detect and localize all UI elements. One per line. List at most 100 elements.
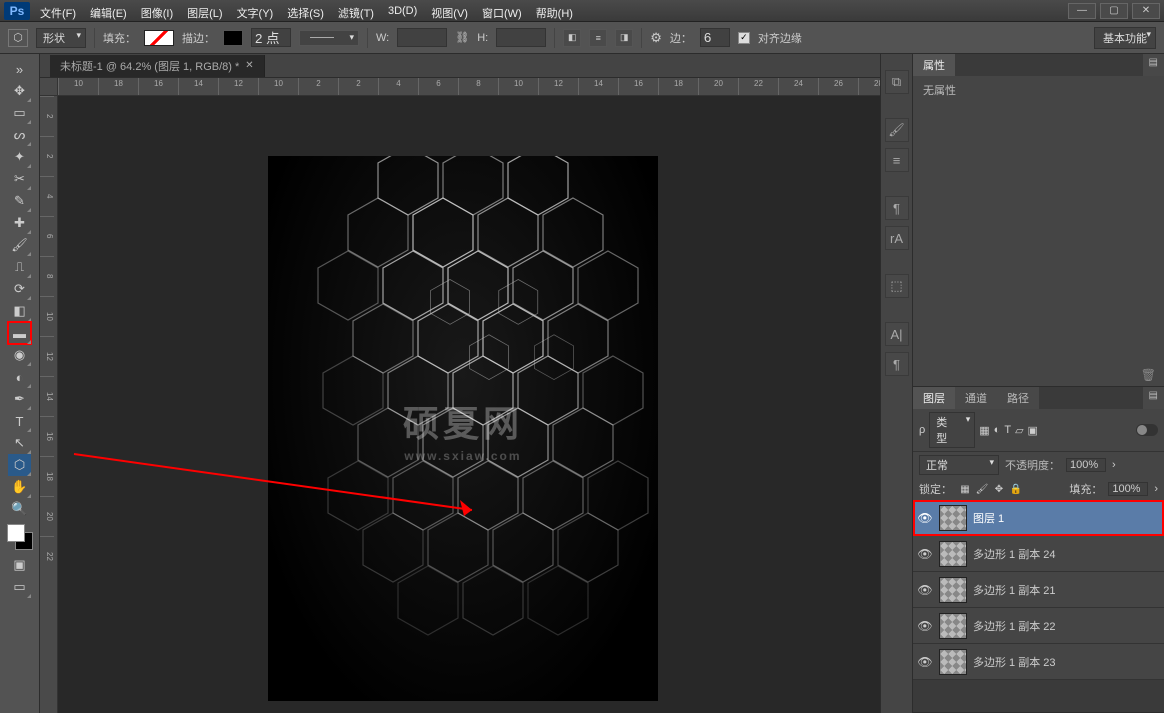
document-tab[interactable]: 未标题-1 @ 64.2% (图层 1, RGB/8) * ✕ [50,55,265,77]
stroke-width-input[interactable] [251,28,291,47]
gradient-tool[interactable]: ▬ [8,322,31,344]
lock-trans-icon[interactable]: ▦ [958,482,972,496]
opacity-input[interactable]: 100% [1066,458,1106,472]
height-input[interactable] [496,28,546,47]
filter-kind-icon[interactable]: ρ [919,424,925,436]
lasso-tool[interactable]: ᔕ [8,124,31,146]
menu-view[interactable]: 视图(V) [425,3,474,23]
close-button[interactable]: ✕ [1132,3,1160,19]
menu-image[interactable]: 图像(I) [135,3,179,23]
lock-pixels-icon[interactable]: 🖌 [975,482,989,496]
character-panel-icon[interactable]: A| [885,322,909,346]
filter-smart-icon[interactable]: ▣ [1028,424,1038,437]
layer-row[interactable]: 👁 多边形 1 副本 22 [913,608,1164,644]
layer-name[interactable]: 图层 1 [973,510,1004,526]
fill-swatch[interactable] [144,30,174,46]
visibility-icon[interactable]: 👁 [917,583,933,597]
filter-pixel-icon[interactable]: ▦ [979,424,989,437]
layer-name[interactable]: 多边形 1 副本 22 [973,618,1056,634]
heal-tool[interactable]: ✚ [8,212,31,234]
marquee-tool[interactable]: ▭ [8,102,31,124]
ruler-vertical[interactable]: 2246810121416182022 [40,96,58,713]
menu-window[interactable]: 窗口(W) [476,3,528,23]
maximize-button[interactable]: ▢ [1100,3,1128,19]
visibility-icon[interactable]: 👁 [917,619,933,633]
channels-tab[interactable]: 通道 [955,387,997,409]
brush-panel-icon[interactable]: 🖌 [885,118,909,142]
dodge-tool[interactable]: ◐ [8,366,31,388]
brush-tool[interactable]: 🖌 [8,234,31,256]
layer-row[interactable]: 👁 多边形 1 副本 21 [913,572,1164,608]
filter-toggle[interactable] [1136,424,1158,436]
menu-help[interactable]: 帮助(H) [530,3,579,23]
screenmode-toggle[interactable]: ▭ [8,576,31,598]
type-tool[interactable]: T [8,410,31,432]
pathop-align[interactable]: ≡ [589,29,607,47]
sides-input[interactable] [700,28,730,47]
paths-tab[interactable]: 路径 [997,387,1039,409]
lock-pos-icon[interactable]: ✥ [992,482,1006,496]
characterstyle-panel-icon[interactable]: rA [885,226,909,250]
crop-tool[interactable]: ✂ [8,168,31,190]
properties-tab[interactable]: 属性 [913,54,955,76]
color-swatches[interactable] [7,524,33,550]
menu-filter[interactable]: 滤镜(T) [332,3,380,23]
workspace-switcher[interactable]: 基本功能 [1094,27,1156,49]
layer-name[interactable]: 多边形 1 副本 21 [973,582,1056,598]
trash-icon[interactable]: 🗑 [1141,368,1156,382]
polygon-tool[interactable]: ⬡ [8,454,31,476]
current-tool-icon[interactable]: ⬡ [8,29,28,47]
ruler-origin[interactable] [40,78,58,96]
menu-edit[interactable]: 编辑(E) [84,3,133,23]
filter-shape-icon[interactable]: ▱ [1015,424,1023,437]
menu-type[interactable]: 文字(Y) [231,3,280,23]
history-brush-tool[interactable]: ⟳ [8,278,31,300]
stroke-style-combo[interactable] [299,30,359,46]
visibility-icon[interactable]: 👁 [917,511,933,525]
layer-thumbnail[interactable] [939,505,967,531]
paragraphstyle-panel-icon[interactable]: ¶ [885,352,909,376]
properties-menu-icon[interactable]: ▤ [1143,54,1164,76]
menu-layer[interactable]: 图层(L) [181,3,228,23]
3d-panel-icon[interactable]: ⬚ [885,274,909,298]
canvas-viewport[interactable]: 硕夏网 www.sxiaw.com [58,96,880,713]
stamp-tool[interactable]: ⎍ [8,256,31,278]
filter-kind-combo[interactable]: 类型 [929,412,975,448]
layer-thumbnail[interactable] [939,613,967,639]
align-edges-checkbox[interactable]: ✓ [738,32,750,44]
pen-tool[interactable]: ✒ [8,388,31,410]
menu-file[interactable]: 文件(F) [34,3,82,23]
width-input[interactable] [397,28,447,47]
canvas[interactable]: 硕夏网 www.sxiaw.com [268,156,658,701]
blur-tool[interactable]: ◉ [8,344,31,366]
tool-mode-combo[interactable]: 形状 [36,28,86,48]
history-panel-icon[interactable]: ⧉ [885,70,909,94]
filter-adjust-icon[interactable]: ◐ [994,424,1001,436]
menu-3d[interactable]: 3D(D) [382,3,423,23]
layers-menu-icon[interactable]: ▤ [1143,387,1164,409]
layer-row[interactable]: 👁 图层 1 [913,500,1164,536]
zoom-tool[interactable]: 🔍 [8,498,31,520]
brushpresets-panel-icon[interactable]: ≡ [885,148,909,172]
foreground-color[interactable] [7,524,25,542]
quickmask-toggle[interactable]: ▣ [8,554,31,576]
layers-tab[interactable]: 图层 [913,387,955,409]
paragraph-panel-icon[interactable]: ¶ [885,196,909,220]
layer-name[interactable]: 多边形 1 副本 24 [973,546,1056,562]
link-wh-icon[interactable]: ⛓ [455,31,469,44]
layer-fill-input[interactable]: 100% [1108,482,1148,496]
hand-tool[interactable]: ✋ [8,476,31,498]
ruler-horizontal[interactable]: 101816141210224681012141618202224262830 [58,78,880,96]
layer-thumbnail[interactable] [939,541,967,567]
tool-settings-icon[interactable]: ⚙ [650,30,662,46]
opacity-slider-icon[interactable]: › [1112,459,1116,471]
eraser-tool[interactable]: ◧ [8,300,31,322]
expand-toolbox[interactable]: » [8,58,31,80]
blend-mode-combo[interactable]: 正常 [919,455,999,475]
layer-row[interactable]: 👁多边形 1 副本 24 [913,536,1164,572]
fill-slider-icon[interactable]: › [1154,483,1158,495]
close-tab-icon[interactable]: ✕ [245,60,253,71]
eyedropper-tool[interactable]: ✎ [8,190,31,212]
pathop-combine[interactable]: ◧ [563,29,581,47]
visibility-icon[interactable]: 👁 [917,655,933,669]
